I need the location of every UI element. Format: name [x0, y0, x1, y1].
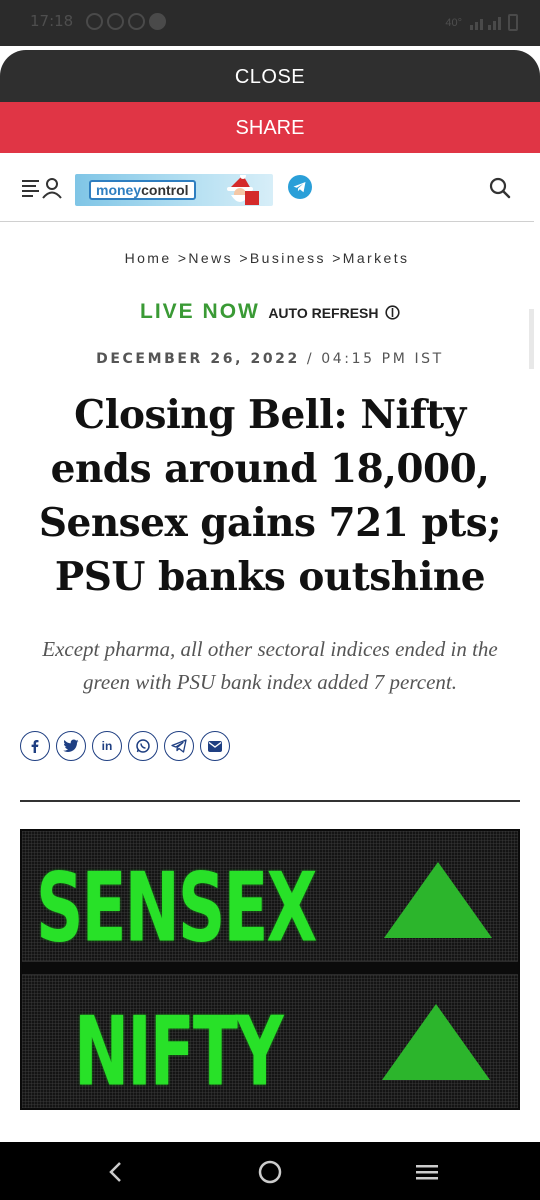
status-time: 17:18	[30, 12, 74, 30]
breadcrumb-separator: >	[177, 250, 189, 266]
instagram-icon	[128, 13, 145, 30]
nifty-label: NIFTY	[74, 996, 284, 1108]
back-icon[interactable]	[100, 1157, 130, 1187]
network-indicator: 40°	[445, 16, 462, 29]
breadcrumb-separator: >	[239, 250, 250, 266]
sensex-up-arrow-icon	[384, 862, 492, 938]
email-icon[interactable]	[200, 731, 230, 761]
breadcrumb-markets[interactable]: Markets	[343, 250, 410, 266]
whatsapp-icon[interactable]	[128, 731, 158, 761]
info-icon[interactable]	[385, 305, 400, 320]
live-status: LIVE NOW AUTO REFRESH	[0, 300, 540, 324]
publish-date: DECEMBER 26, 2022	[96, 351, 300, 367]
menu-user-icon[interactable]	[22, 177, 62, 199]
auto-refresh-label: AUTO REFRESH	[268, 305, 379, 321]
close-button[interactable]: CLOSE	[0, 50, 540, 102]
battery-icon	[508, 14, 518, 31]
telegram-share-icon[interactable]	[164, 731, 194, 761]
facebook-icon[interactable]	[20, 731, 50, 761]
signal-icon	[470, 16, 501, 30]
notification-icons	[86, 13, 166, 30]
search-icon[interactable]	[489, 177, 511, 199]
sensex-label: SENSEX	[36, 852, 317, 964]
breadcrumb-home[interactable]: Home	[125, 250, 172, 266]
live-now-label: LIVE NOW	[140, 300, 260, 323]
breadcrumb: Home >News >Business >Markets	[0, 250, 534, 266]
article-headline: Closing Bell: Nifty ends around 18,000, …	[38, 392, 502, 600]
logo-wordmark: moneycontrol	[89, 180, 196, 200]
linkedin-icon[interactable]: in	[92, 731, 122, 761]
dateline: DECEMBER 26, 2022 / 04:15 PM IST	[0, 351, 540, 367]
system-nav-bar	[0, 1142, 540, 1200]
twitter-icon[interactable]	[56, 731, 86, 761]
home-icon[interactable]	[255, 1157, 285, 1187]
site-header: moneycontrol	[0, 153, 534, 369]
system-icons: 40°	[445, 14, 518, 31]
breadcrumb-business[interactable]: Business	[250, 250, 326, 266]
breadcrumb-news[interactable]: News	[188, 250, 233, 266]
article-summary: Except pharma, all other sectoral indice…	[42, 637, 498, 694]
telegram-icon[interactable]	[288, 175, 312, 199]
social-share-bar: in	[20, 731, 230, 761]
publish-time: 04:15 PM IST	[321, 351, 444, 367]
recent-apps-icon[interactable]	[412, 1157, 442, 1187]
nifty-up-arrow-icon	[382, 1004, 490, 1080]
santa-icon	[227, 175, 259, 205]
android-icon	[149, 13, 166, 30]
moneycontrol-logo[interactable]: moneycontrol	[75, 174, 273, 206]
share-button[interactable]: SHARE	[0, 102, 540, 153]
dateline-separator: /	[306, 351, 322, 367]
hero-image: SENSEX NIFTY	[20, 829, 520, 1110]
whatsapp-icon	[86, 13, 103, 30]
breadcrumb-separator: >	[332, 250, 343, 266]
apps-icon	[107, 13, 124, 30]
status-bar: 17:18 40°	[0, 0, 540, 46]
content-divider	[20, 800, 520, 802]
